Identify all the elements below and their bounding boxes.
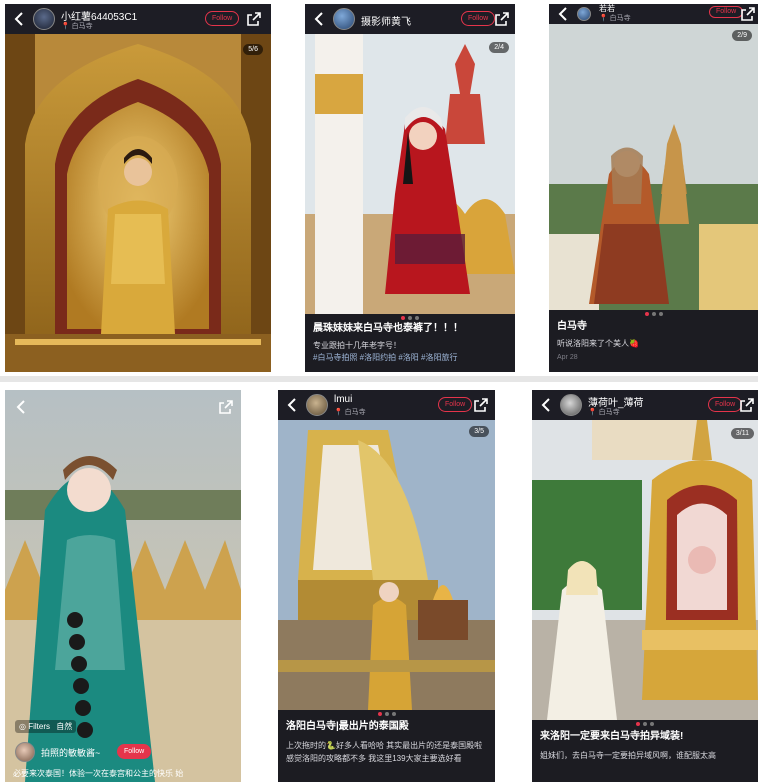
post-photo[interactable]: 3/11 — [532, 410, 758, 720]
username[interactable]: 摄影师黄飞 — [361, 13, 411, 28]
share-icon[interactable] — [493, 10, 511, 28]
post-tags[interactable]: #白马寺拍照 #洛阳约拍 #洛阳 #洛阳旅行 — [313, 352, 507, 364]
back-arrow-icon[interactable] — [284, 396, 302, 414]
post-header: 薄荷叶_薄荷 📍 白马寺 Follow — [532, 390, 758, 420]
filter-badge[interactable]: ◎ Filters 自然 — [15, 720, 77, 733]
post-photo[interactable]: 2/9 — [549, 24, 758, 310]
location-tag[interactable]: 📍 白马寺 — [599, 13, 631, 23]
back-arrow-icon[interactable] — [13, 398, 31, 416]
post-header: 若若 📍 白马寺 Follow — [549, 4, 758, 24]
post-panel-5[interactable]: lmui 📍 白马寺 Follow 3/5 洛阳白马寺|最出片的泰国殿 上次拖时… — [278, 390, 495, 782]
post-header: 小红薯644053C1 📍 白马寺 Follow — [5, 4, 271, 34]
image-counter: 5/6 — [243, 44, 263, 55]
post-body: 专业跟拍十几年老字号！ — [313, 341, 401, 350]
post-header: lmui 📍 白马寺 Follow — [278, 390, 495, 420]
follow-button[interactable]: Follow — [117, 744, 152, 759]
share-icon[interactable] — [738, 396, 756, 414]
location-tag[interactable]: 📍 白马寺 — [61, 21, 93, 31]
post-body: 姐妹们，去白马寺一定要拍异域风啊，谁配服太高 — [540, 751, 716, 760]
post-title: 来洛阳一定要来白马寺拍异域装! — [540, 731, 684, 742]
post-caption: 晨珠妹妹来白马寺也泰裤了！！！ 专业跟拍十几年老字号！ #白马寺拍照 #洛阳约拍… — [305, 314, 515, 372]
avatar[interactable] — [306, 394, 328, 416]
filter-icon: ◎ — [19, 722, 26, 731]
post-date: Apr 28 — [557, 354, 578, 361]
username[interactable]: lmui — [334, 394, 352, 405]
post-panel-2[interactable]: 摄影师黄飞 Follow 2/4 晨珠妹妹来白马寺也泰裤了！！！ 专业跟拍十几年… — [305, 4, 515, 372]
thai-hall-photo — [278, 420, 495, 710]
back-arrow-icon[interactable] — [311, 10, 329, 28]
follow-button[interactable]: Follow — [438, 397, 473, 412]
avatar[interactable] — [560, 394, 582, 416]
post-caption: 白马寺 听说洛阳来了个美人🍓 Apr 28 — [549, 310, 758, 372]
golden-stupa-photo — [532, 410, 758, 720]
back-arrow-icon[interactable] — [555, 5, 573, 23]
image-counter: 2/9 — [732, 30, 752, 41]
image-counter: 2/4 — [489, 42, 509, 53]
image-counter: 3/5 — [469, 426, 489, 437]
post-photo[interactable]: 3/5 — [278, 420, 495, 710]
post-panel-6[interactable]: 薄荷叶_薄荷 📍 白马寺 Follow 3/11 来洛阳一定要来白马寺拍异域装!… — [532, 390, 758, 782]
back-arrow-icon[interactable] — [11, 10, 29, 28]
temple-photo — [549, 24, 758, 310]
share-icon[interactable] — [472, 396, 490, 414]
golden-shrine-photo — [5, 34, 271, 372]
carousel-dots — [401, 316, 419, 320]
back-arrow-icon[interactable] — [538, 396, 556, 414]
post-panel-4[interactable]: ◎ Filters 自然 拍照的敏敏酱~ Follow 必要来次泰国！体验一次在… — [5, 390, 241, 782]
post-title: 晨珠妹妹来白马寺也泰裤了！！！ — [313, 323, 463, 334]
post-body: 听说洛阳来了个美人🍓 — [557, 339, 639, 348]
post-photo[interactable]: 5/6 — [5, 34, 271, 372]
share-icon[interactable] — [217, 398, 235, 416]
post-photo[interactable]: 2/4 — [305, 34, 515, 314]
avatar[interactable] — [577, 7, 591, 21]
post-body: 上次拖时的🐍好多人看哈哈 其实最出片的还是泰国殿啦 — [286, 741, 483, 750]
section-divider — [0, 376, 758, 382]
post-caption: 来洛阳一定要来白马寺拍异域装! 姐妹们，去白马寺一定要拍异域风啊，谁配服太高 — [532, 720, 758, 782]
post-panel-3[interactable]: 若若 📍 白马寺 Follow 2/9 白马寺 听说洛阳来了个美人🍓 Apr 2… — [549, 4, 758, 372]
post-title: 白马寺 — [557, 321, 587, 332]
avatar[interactable] — [15, 742, 35, 762]
follow-button[interactable]: Follow — [205, 11, 240, 26]
carousel-dots — [378, 712, 396, 716]
username[interactable]: 拍照的敏敏酱~ — [41, 746, 100, 759]
avatar[interactable] — [333, 8, 355, 30]
post-body: 必要来次泰国！体验一次在泰宫和公主的快乐 始 — [13, 769, 184, 778]
share-icon[interactable] — [245, 10, 263, 28]
post-panel-1[interactable]: 小红薯644053C1 📍 白马寺 Follow 5/6 — [5, 4, 271, 372]
follow-button[interactable]: Follow — [461, 11, 496, 26]
carousel-dots — [645, 312, 663, 316]
share-icon[interactable] — [739, 5, 757, 23]
carousel-dots — [636, 722, 654, 726]
avatar[interactable] — [33, 8, 55, 30]
location-tag[interactable]: 📍 白马寺 — [588, 407, 620, 417]
location-tag[interactable]: 📍 白马寺 — [334, 407, 366, 417]
red-costume-photo — [305, 34, 515, 314]
post-body-continued: 感觉洛阳的攻略都不多 我这里139大家主要选好看 — [286, 754, 462, 763]
image-counter: 3/11 — [730, 428, 754, 439]
post-caption: 洛阳白马寺|最出片的泰国殿 上次拖时的🐍好多人看哈哈 其实最出片的还是泰国殿啦 … — [278, 710, 495, 782]
post-header: 摄影师黄飞 Follow — [305, 4, 515, 34]
post-title: 洛阳白马寺|最出片的泰国殿 — [286, 721, 409, 732]
